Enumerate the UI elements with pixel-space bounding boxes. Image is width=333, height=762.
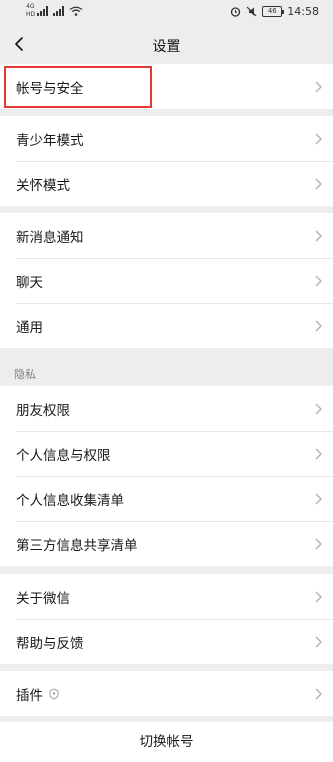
group-plugins: 插件 [0,671,333,716]
menu-item-account-security[interactable]: 帐号与安全 [0,64,333,109]
menu-item-general[interactable]: 通用 [0,303,333,348]
menu-item-label: 关于微信 [16,590,70,607]
nav-bar: 设置 [0,26,333,64]
chevron-right-icon [315,403,322,414]
plugin-icon [49,687,59,700]
menu-item-care-mode[interactable]: 关怀模式 [0,161,333,206]
chevron-right-icon [315,133,322,144]
switch-account-button[interactable]: 切换帐号 [0,722,333,762]
group-modes: 青少年模式 关怀模式 [0,116,333,206]
sim1-label: 4G [26,3,35,10]
menu-item-chat[interactable]: 聊天 [0,258,333,303]
menu-item-label: 关怀模式 [16,177,70,194]
group-privacy: 朋友权限 个人信息与权限 个人信息收集清单 第三方信息共享清单 [0,386,333,566]
chevron-right-icon [315,81,322,92]
menu-item-about-wechat[interactable]: 关于微信 [0,574,333,619]
menu-item-third-party-sharing[interactable]: 第三方信息共享清单 [0,521,333,566]
alarm-icon [231,7,241,17]
menu-item-personal-info-permissions[interactable]: 个人信息与权限 [0,431,333,476]
chevron-right-icon [315,275,322,286]
chevron-right-icon [315,230,322,241]
chevron-right-icon [315,538,322,549]
chevron-right-icon [315,591,322,602]
menu-item-label: 朋友权限 [16,402,70,419]
status-bar: 4G HD 46 14:58 [0,0,333,26]
menu-item-label: 通用 [16,319,43,336]
signal-icon-2 [53,5,65,16]
menu-item-label: 新消息通知 [16,229,84,246]
menu-item-label: 插件 [16,687,43,704]
menu-item-friend-permissions[interactable]: 朋友权限 [0,386,333,431]
mute-icon [246,6,257,17]
menu-item-label: 个人信息与权限 [16,447,111,464]
group-about: 关于微信 帮助与反馈 [0,574,333,664]
battery-icon: 46 [262,6,285,17]
chevron-right-icon [315,448,322,459]
menu-item-label: 帮助与反馈 [16,635,84,652]
menu-item-label: 青少年模式 [16,132,84,149]
menu-item-label: 个人信息收集清单 [16,492,124,509]
status-right: 46 14:58 [230,5,319,18]
menu-item-label: 第三方信息共享清单 [16,537,138,554]
chevron-right-icon [315,636,322,647]
menu-item-label: 帐号与安全 [16,80,84,97]
sim2-label: HD [26,11,36,18]
group-general: 新消息通知 聊天 通用 [0,213,333,348]
menu-item-notifications[interactable]: 新消息通知 [0,213,333,258]
menu-item-teen-mode[interactable]: 青少年模式 [0,116,333,161]
group-account: 帐号与安全 [0,64,333,109]
signal-icon [37,5,49,16]
page-title: 设置 [152,39,181,55]
menu-item-plugins[interactable]: 插件 [0,671,333,716]
chevron-right-icon [315,320,322,331]
clock: 14:58 [287,5,319,18]
chevron-right-icon [315,178,322,189]
wifi-icon [69,6,83,16]
chevron-right-icon [315,493,322,504]
section-header-privacy: 隐私 [14,368,36,381]
menu-item-label: 聊天 [16,274,43,291]
menu-item-personal-info-list[interactable]: 个人信息收集清单 [0,476,333,521]
menu-item-help-feedback[interactable]: 帮助与反馈 [0,619,333,664]
signal-indicators: 4G HD [26,3,83,18]
chevron-right-icon [315,688,322,699]
